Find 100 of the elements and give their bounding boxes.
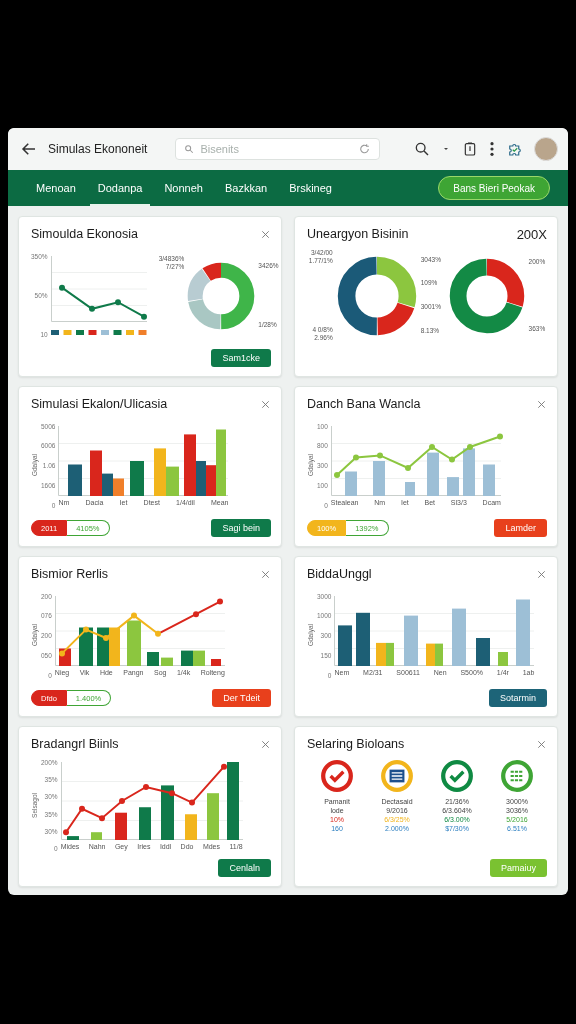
chart-bar	[404, 481, 415, 496]
data-point	[88, 305, 95, 312]
chart-bar	[344, 471, 357, 496]
close-icon	[260, 398, 271, 410]
window-title: Simulas Ekononeit	[48, 142, 148, 156]
card-button[interactable]: Lamder	[494, 519, 547, 537]
data-point	[154, 630, 161, 637]
data-point	[58, 284, 65, 291]
chart-bar	[338, 624, 353, 666]
data-point	[220, 763, 227, 770]
chart-bar	[482, 464, 495, 496]
chart-bar	[130, 460, 145, 496]
refresh-icon	[358, 142, 372, 156]
kebab-menu-icon	[490, 141, 494, 157]
close-button[interactable]	[260, 738, 271, 750]
data-point	[216, 598, 223, 605]
data-point	[78, 805, 85, 812]
card-button[interactable]: Sam1cke	[211, 349, 271, 367]
data-point	[98, 814, 105, 821]
data-point	[496, 433, 503, 439]
clipboard-icon	[462, 140, 478, 158]
nav-tab[interactable]: Dodanpa	[89, 170, 151, 206]
data-point	[404, 464, 411, 471]
close-button[interactable]	[536, 738, 547, 750]
chart-bar	[160, 784, 174, 840]
chart-bar	[386, 642, 395, 666]
chart-bar	[476, 637, 491, 666]
close-icon	[260, 738, 271, 750]
chart-bar	[404, 615, 419, 666]
card-title: Danch Bana Wancla	[307, 397, 421, 411]
close-icon	[536, 398, 547, 410]
card-title: Bismior Rerlis	[31, 567, 109, 581]
data-point	[114, 299, 121, 306]
close-icon	[260, 568, 271, 580]
data-point	[102, 634, 109, 641]
card-button[interactable]: Sotarmin	[489, 689, 547, 707]
chart-bar	[78, 627, 93, 666]
chart-bar	[206, 792, 219, 840]
nav-tab[interactable]: Bazkkan	[216, 170, 276, 206]
caret-icon	[442, 145, 450, 153]
search-field[interactable]: Bisenits	[175, 138, 381, 160]
card-title: Selaring Bioloans	[307, 737, 405, 751]
card-title: Bradangrl Biinls	[31, 737, 119, 751]
nav-tab[interactable]: Menoan	[28, 170, 84, 206]
card-value-label: 200X	[516, 226, 547, 242]
chart-bar	[113, 478, 125, 496]
close-button[interactable]	[260, 228, 271, 240]
avatar[interactable]	[534, 137, 558, 161]
card-title: Simulasi Ekalon/Ulicasia	[31, 397, 168, 411]
chart-bar	[108, 627, 120, 666]
card-button[interactable]: Der Tdeit	[212, 689, 271, 707]
chart-bar	[435, 643, 444, 666]
nav-tab[interactable]: Nonneh	[156, 170, 211, 206]
chart-bar	[462, 447, 475, 496]
close-button[interactable]	[536, 398, 547, 410]
data-point	[62, 828, 69, 835]
card-title: BiddaUnggl	[307, 567, 372, 581]
search-icon	[414, 141, 430, 157]
chart-bar	[180, 650, 193, 666]
chart-bar	[498, 651, 509, 666]
nav-tab[interactable]: Brskineg	[281, 170, 340, 206]
chart-bar	[68, 464, 83, 496]
chart-bar	[426, 452, 439, 496]
chart-bar	[114, 812, 127, 840]
data-point	[333, 471, 340, 478]
search-icon	[184, 144, 195, 154]
data-point	[352, 454, 359, 460]
chart-bar	[356, 612, 371, 666]
chart-bar	[372, 460, 385, 496]
chart-bar	[376, 642, 387, 666]
close-button[interactable]	[536, 568, 547, 580]
action-button[interactable]: Bans Bieri Peokak	[438, 176, 550, 200]
data-point	[466, 443, 473, 450]
data-point	[192, 610, 199, 617]
chart-bar	[96, 627, 109, 666]
chart-bar	[210, 658, 221, 666]
data-point	[168, 789, 175, 796]
chart-bar	[516, 599, 531, 666]
data-point	[376, 451, 383, 458]
card-button[interactable]: Sagi bein	[211, 519, 271, 537]
close-icon	[260, 228, 271, 240]
card-title: Simoulda Ekonosia	[31, 227, 138, 241]
data-point	[188, 799, 195, 806]
chart-bar	[184, 813, 197, 840]
chart-bar	[138, 806, 151, 840]
data-point	[58, 649, 65, 656]
data-point	[82, 626, 89, 633]
card-button[interactable]: Cenlaln	[218, 859, 271, 877]
chart-bar	[446, 476, 459, 496]
chart-bar	[426, 643, 436, 666]
close-icon	[536, 568, 547, 580]
close-button[interactable]	[260, 398, 271, 410]
data-point	[118, 797, 125, 804]
card-title: Uneargyon Bisinin	[307, 227, 409, 241]
close-button[interactable]	[260, 568, 271, 580]
chart-bar	[126, 620, 141, 666]
data-point	[140, 313, 147, 320]
menu-button[interactable]	[488, 139, 496, 159]
data-point	[448, 456, 455, 463]
back-arrow-icon	[20, 140, 38, 158]
